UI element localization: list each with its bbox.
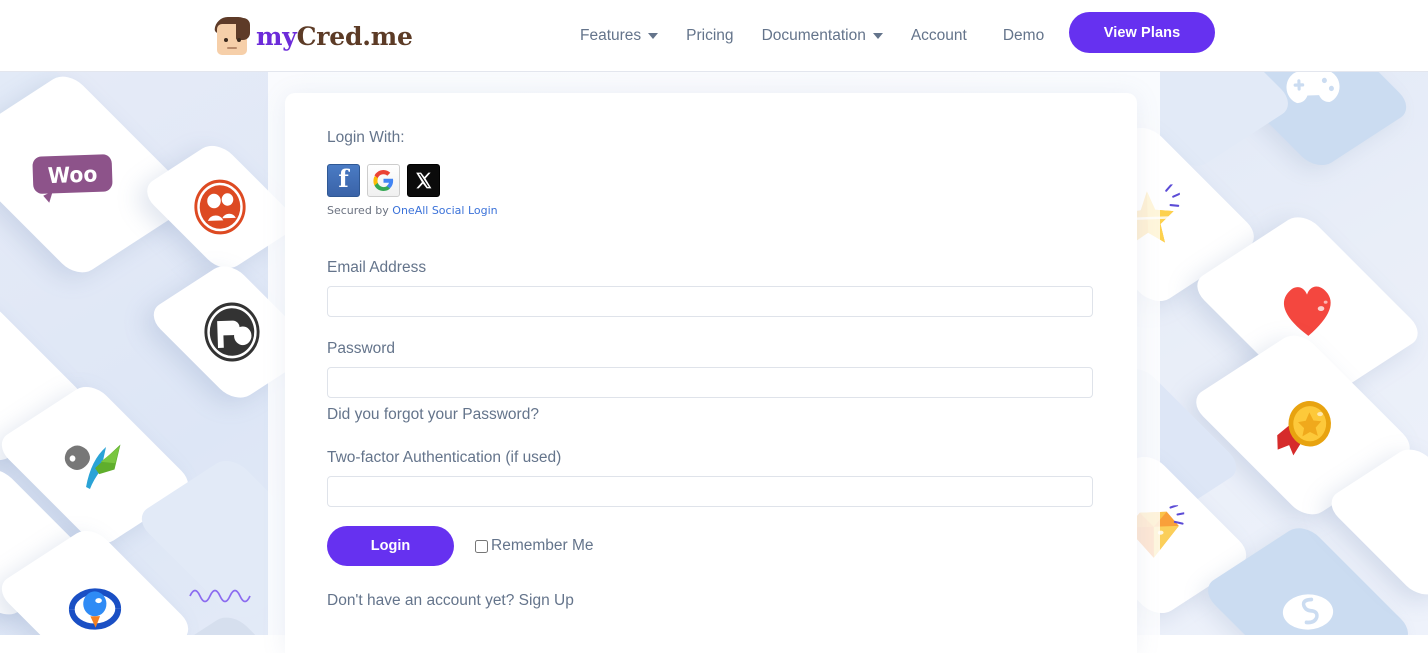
login-actions: Login Remember Me [327,526,1095,566]
google-icon[interactable] [367,164,400,197]
nav-label-account: Account [910,27,967,44]
login-card: Login With: f Secured by OneAll Social L… [285,93,1137,653]
nav-label-documentation: Documentation [761,27,866,44]
buddypress-icon [193,178,247,236]
facebook-icon[interactable]: f [327,164,360,197]
password-label: Password [327,340,396,357]
x-twitter-icon[interactable] [407,164,440,197]
site-header: myCred.me Features Pricing Documentation… [0,0,1428,72]
email-label: Email Address [327,259,427,276]
forgot-password-link[interactable]: Did you forgot your Password? [327,406,539,424]
secured-prefix: Secured by [327,204,393,217]
main-navigation: Features Pricing Documentation Account D… [566,0,1058,72]
background-right-cards [1128,72,1428,635]
login-with-label: Login With: [327,129,405,146]
bbpress-icon [203,301,261,363]
svg-text:Woo: Woo [47,160,97,188]
woocommerce-icon: Woo [30,145,115,204]
nav-item-features[interactable]: Features [566,27,672,45]
site-logo[interactable]: myCred.me [213,14,413,58]
chevron-down-icon [872,33,883,39]
email-input[interactable] [327,286,1093,317]
nav-label-pricing: Pricing [686,27,734,44]
password-input[interactable] [327,367,1093,398]
nav-label-features: Features [580,27,642,44]
avatar-face-icon [213,14,253,58]
view-plans-button[interactable]: View Plans [1069,12,1215,53]
nav-item-documentation[interactable]: Documentation [748,27,897,45]
secured-by-text: Secured by OneAll Social Login [327,204,1095,217]
logo-text: myCred.me [256,22,413,51]
social-login-buttons: f [327,164,1095,197]
signup-prompt: Don't have an account yet? Sign Up [327,592,1095,610]
nav-item-demo[interactable]: Demo [989,27,1058,45]
nav-item-account[interactable]: Account [897,27,989,45]
signup-text: Don't have an account yet? [327,592,519,609]
twofactor-label: Two-factor Authentication (if used) [327,449,562,466]
nav-label-demo: Demo [1002,27,1045,44]
squiggle-decoration [189,589,251,603]
login-button[interactable]: Login [327,526,454,566]
medal-icon [1270,392,1336,458]
background-left-cards: Woo [0,72,300,635]
heart-icon [1276,278,1340,340]
signup-link[interactable]: Sign Up [519,592,574,609]
logo-text-my: my [256,21,297,51]
oneall-link[interactable]: OneAll Social Login [392,204,497,217]
nav-item-pricing[interactable]: Pricing [672,27,747,45]
logo-text-cred: Cred.me [296,21,413,51]
remember-me-checkbox[interactable]: Remember Me [475,537,594,555]
gamipress-icon [59,436,130,494]
chevron-down-icon [648,33,659,39]
gamepad-icon [1280,72,1345,110]
remember-me-label: Remember Me [491,537,594,554]
twofactor-input[interactable] [327,476,1093,507]
badgeos-icon [59,580,130,635]
coin-icon [1279,590,1336,633]
remember-me-input[interactable] [475,539,488,553]
